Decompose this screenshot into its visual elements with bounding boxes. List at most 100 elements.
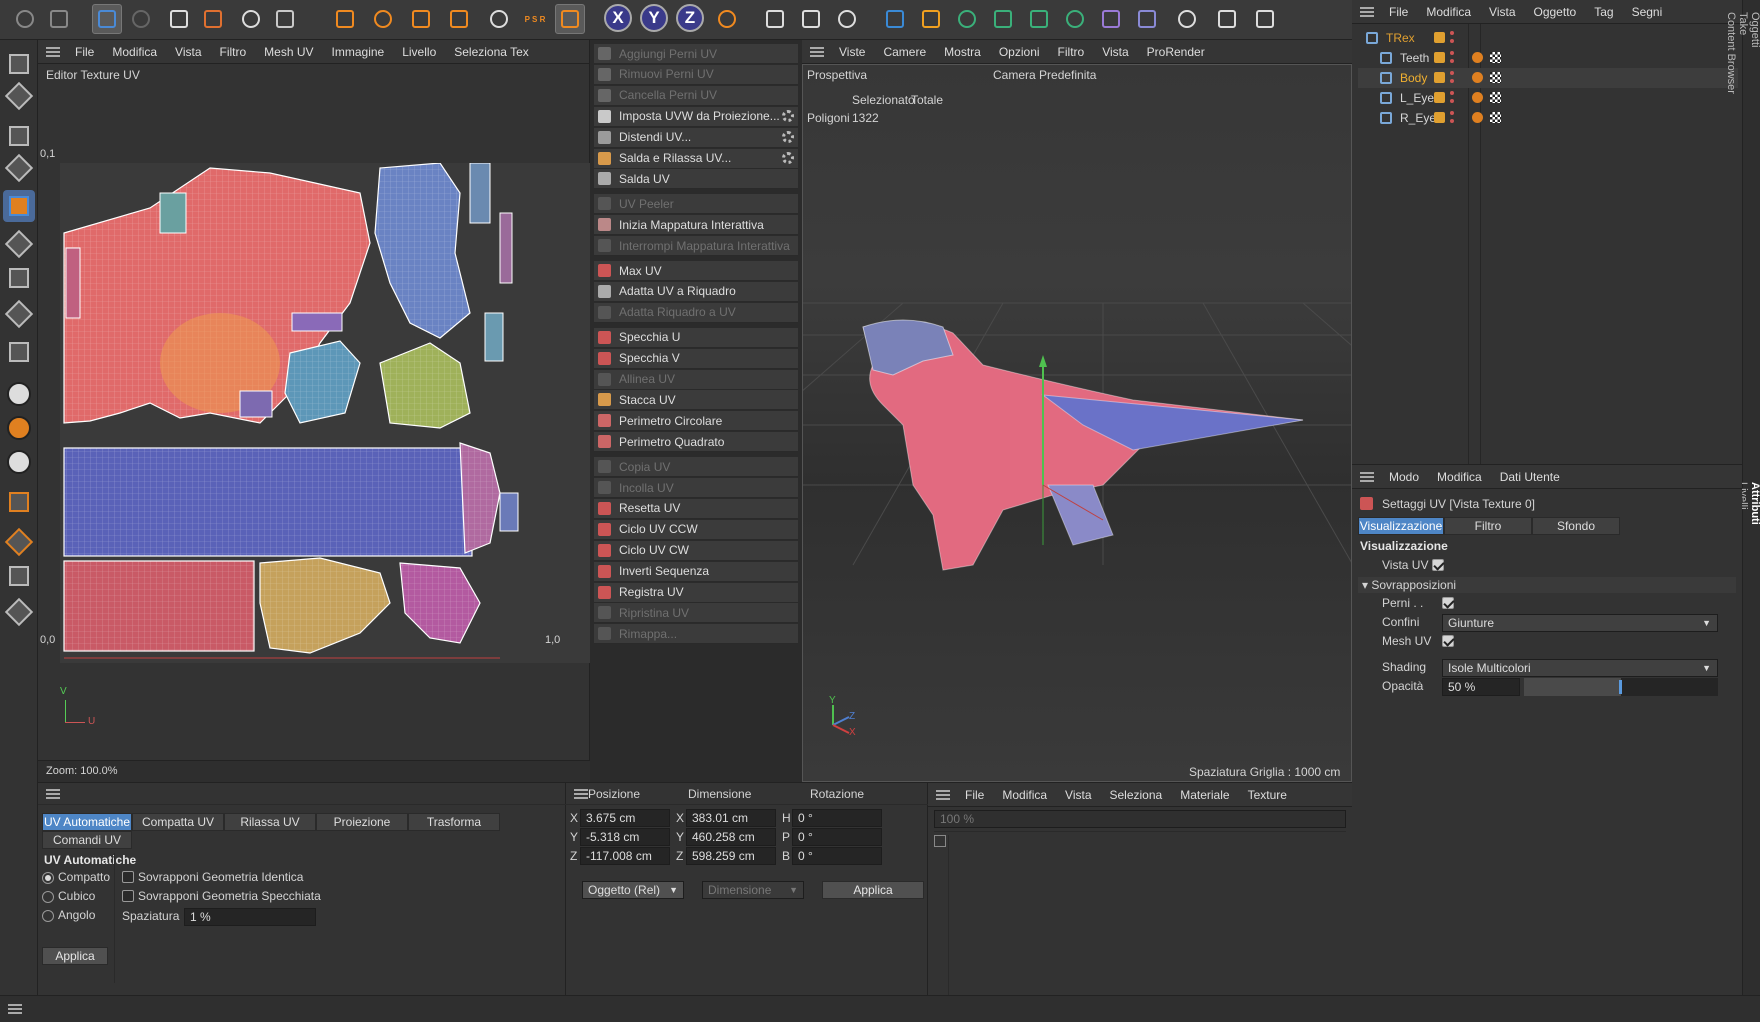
object-row[interactable]: Teeth xyxy=(1358,48,1738,68)
side-tab-0[interactable]: Oggetti xyxy=(1749,12,1760,94)
magnet-icon[interactable] xyxy=(3,486,35,518)
material-menu-2[interactable]: Vista xyxy=(1056,788,1100,802)
gear-icon[interactable] xyxy=(782,130,794,143)
coord-pos-input[interactable]: -5.318 cm xyxy=(580,828,670,846)
material-zoom-bar[interactable]: 100 % xyxy=(934,810,1346,828)
viewport-3d[interactable]: Prospettiva Camera Predefinita Seleziona… xyxy=(802,64,1352,782)
uv-command-27[interactable]: Rimappa... xyxy=(594,624,798,645)
uv-command-8[interactable]: Inizia Mappatura Interattiva xyxy=(594,215,798,236)
coord-dim-select[interactable]: Dimensione ▼ xyxy=(702,881,804,899)
uv-command-19[interactable]: Copia UV xyxy=(594,457,798,478)
uv-menu-3[interactable]: Filtro xyxy=(211,45,256,59)
uv-menu-2[interactable]: Vista xyxy=(166,45,210,59)
snap-s-icon[interactable] xyxy=(3,378,35,410)
uv-command-15[interactable]: Allinea UV xyxy=(594,369,798,390)
vista-uv-checkbox[interactable] xyxy=(1432,559,1444,571)
coord-size-input[interactable]: 383.01 cm xyxy=(686,809,776,827)
mograph-icon[interactable] xyxy=(1060,4,1090,34)
visibility-dots-icon[interactable] xyxy=(1450,31,1454,43)
material-menu-0[interactable]: File xyxy=(956,788,993,802)
viewport-camera[interactable]: Camera Predefinita xyxy=(993,68,1096,82)
transform-box-icon[interactable] xyxy=(164,4,194,34)
object-row[interactable]: L_Eye xyxy=(1358,88,1738,108)
layer-color-icon[interactable] xyxy=(1434,112,1445,123)
layer-color-icon[interactable] xyxy=(1434,52,1445,63)
edges-mode-icon[interactable] xyxy=(3,228,35,260)
uv-canvas[interactable] xyxy=(60,163,600,663)
coord-rot-input[interactable]: 0 ° xyxy=(792,828,882,846)
texture-mode-icon[interactable] xyxy=(3,152,35,184)
light-icon[interactable] xyxy=(1250,4,1280,34)
viewport-menu-5[interactable]: Vista xyxy=(1093,45,1137,59)
x-axis-icon[interactable]: X xyxy=(604,4,632,32)
camera-icon[interactable] xyxy=(1212,4,1242,34)
uv-command-10[interactable]: Max UV xyxy=(594,261,798,281)
uv-tools-apply-button[interactable]: Applica xyxy=(42,947,108,965)
material-select-icon[interactable] xyxy=(934,835,946,847)
menu-hamburger-icon[interactable] xyxy=(1360,471,1374,482)
menu-hamburger-icon[interactable] xyxy=(46,46,60,57)
field-icon[interactable] xyxy=(1132,4,1162,34)
uv-map-radio-1[interactable] xyxy=(42,891,54,903)
objects-menu-3[interactable]: Oggetto xyxy=(1525,5,1586,19)
uv-map-radio-0[interactable] xyxy=(42,872,54,884)
uv-command-12[interactable]: Adatta Riquadro a UV xyxy=(594,302,798,323)
points-grid-icon[interactable] xyxy=(270,4,300,34)
live-select-icon[interactable] xyxy=(484,4,514,34)
visibility-dots-icon[interactable] xyxy=(1450,91,1454,103)
rotate-icon[interactable] xyxy=(406,4,436,34)
coord-pos-input[interactable]: -117.008 cm xyxy=(580,847,670,865)
uvw-tag-icon[interactable] xyxy=(1490,112,1501,123)
uv-command-13[interactable]: Specchia U xyxy=(594,327,798,348)
object-row[interactable]: Body xyxy=(1358,68,1738,88)
uv-command-24[interactable]: Inverti Sequenza xyxy=(594,561,798,582)
uv-tools-tab-2[interactable]: Rilassa UV xyxy=(224,813,316,831)
objects-menu-2[interactable]: Vista xyxy=(1480,5,1524,19)
objects-menu-1[interactable]: Modifica xyxy=(1417,5,1480,19)
scale-box-icon[interactable] xyxy=(198,4,228,34)
shading-select[interactable]: Isole Multicolori ▼ xyxy=(1442,659,1718,677)
opacity-slider[interactable] xyxy=(1524,678,1718,696)
snap-s2-icon[interactable] xyxy=(3,412,35,444)
lock-icon[interactable] xyxy=(444,4,474,34)
uv-menu-0[interactable]: File xyxy=(66,45,103,59)
polygons-mode-icon[interactable] xyxy=(3,262,35,294)
coord-size-input[interactable]: 460.258 cm xyxy=(686,828,776,846)
objects-menu-4[interactable]: Tag xyxy=(1585,5,1622,19)
uv-command-11[interactable]: Adatta UV a Riquadro xyxy=(594,281,798,302)
subdivision-icon[interactable] xyxy=(952,4,982,34)
psr-icon[interactable]: P S R xyxy=(520,4,550,34)
uv-command-9[interactable]: Interrompi Mappatura Interattiva xyxy=(594,236,798,257)
cube-icon[interactable] xyxy=(880,4,910,34)
model-mode-icon[interactable] xyxy=(3,48,35,80)
material-menu-5[interactable]: Texture xyxy=(1239,788,1296,802)
uv-command-3[interactable]: Imposta UVW da Proiezione... xyxy=(594,106,798,127)
uv-command-5[interactable]: Salda e Rilassa UV... xyxy=(594,148,798,169)
uv-command-6[interactable]: Salda UV xyxy=(594,169,798,190)
uv-tools-tab-0[interactable]: UV Automatiche xyxy=(42,813,132,831)
coord-size-input[interactable]: 598.259 cm xyxy=(686,847,776,865)
viewport-menu-6[interactable]: ProRender xyxy=(1138,45,1214,59)
layer-color-icon[interactable] xyxy=(1434,32,1445,43)
uv-map-radio-2[interactable] xyxy=(42,910,54,922)
uv-tools-tab-1[interactable]: Compatta UV xyxy=(132,813,224,831)
pen-icon[interactable] xyxy=(916,4,946,34)
object-mode-icon[interactable] xyxy=(3,120,35,152)
coord-rot-input[interactable]: 0 ° xyxy=(792,809,882,827)
z-axis-icon[interactable]: Z xyxy=(676,4,704,32)
extrude-icon[interactable] xyxy=(988,4,1018,34)
uvw-tag-icon[interactable] xyxy=(1490,72,1501,83)
uv-command-25[interactable]: Registra UV xyxy=(594,582,798,603)
perni-checkbox[interactable] xyxy=(1442,597,1454,609)
uv-command-0[interactable]: Aggiungi Perni UV xyxy=(594,44,798,64)
uv-command-21[interactable]: Resetta UV xyxy=(594,498,798,519)
overlap-identical-checkbox[interactable] xyxy=(122,871,134,883)
attr-tab-1[interactable]: Filtro xyxy=(1444,517,1532,535)
attributes-menu-0[interactable]: Modo xyxy=(1380,470,1428,484)
phong-tag-icon[interactable] xyxy=(1472,112,1483,123)
material-menu-4[interactable]: Materiale xyxy=(1171,788,1238,802)
snap-s3-icon[interactable] xyxy=(3,446,35,478)
layer-color-icon[interactable] xyxy=(1434,92,1445,103)
objects-menu-0[interactable]: File xyxy=(1380,5,1417,19)
uv-tools-tab-3[interactable]: Proiezione xyxy=(316,813,408,831)
